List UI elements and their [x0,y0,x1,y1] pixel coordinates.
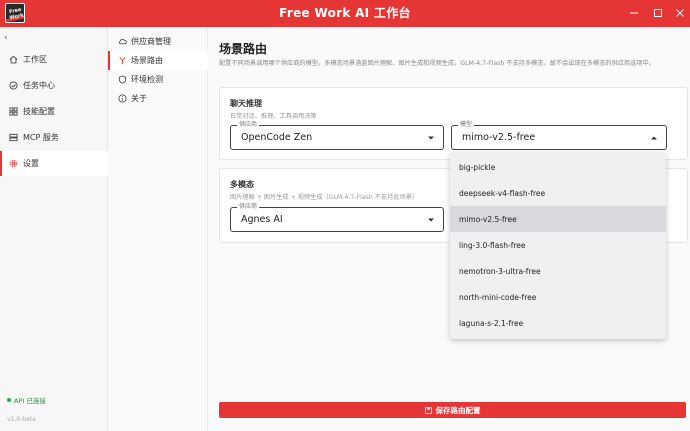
multimodal-provider-select[interactable]: 供应商 Agnes AI [230,203,444,232]
close-button[interactable] [673,6,687,20]
submenu-item-env-check[interactable]: 环境检测 [108,70,208,89]
submenu-item-label: 关于 [131,94,147,103]
card-subtitle: 图片理解 + 图片生成 + 视频生成（GLM-4.7-Flash 不支持此场景） [230,194,419,201]
caret-down-icon [428,136,434,140]
dropdown-option[interactable]: nemotron-3-ultra-free [450,258,666,284]
sidebar-item-label: 工作区 [23,55,47,64]
server-icon [8,133,18,143]
submenu-item-about[interactable]: 关于 [108,89,208,108]
app-title: Free Work AI 工作台 [279,6,411,20]
close-icon [676,9,684,17]
submenu-item-providers[interactable]: 供应商管理 [108,32,208,51]
check-circle-icon [8,81,18,91]
info-icon [118,94,127,103]
dropdown-option[interactable]: ling-3.0-flash-free [450,232,666,258]
card-title: 聊天推理 [230,99,262,108]
sidebar-item-workspace[interactable]: 工作区 [0,47,108,72]
maximize-button[interactable] [651,6,665,20]
shield-icon [118,75,127,84]
gear-icon [8,159,18,169]
sidebar-item-tasks[interactable]: 任务中心 [0,73,108,98]
settings-submenu: 供应商管理 场景路由 环境检测 关于 [108,27,208,431]
cloud-icon [118,37,127,46]
dropdown-option[interactable]: laguna-s-2.1-free [450,310,666,336]
minimize-icon [630,12,638,14]
save-icon [425,406,433,414]
card-subtitle: 日常对话、推理、工具调用决策 [230,113,317,120]
save-routing-button[interactable]: 保存路由配置 [219,402,686,418]
sidebar: ‹ 工作区 任务中心 技能配置 MCP 服务 设置 API 已连接 v1.0-b… [0,27,108,431]
dropdown-option[interactable]: north-mini-code-free [450,284,666,310]
maximize-icon [654,9,662,17]
model-dropdown-menu: big-pickle deepseek-v4-flash-free mimo-v… [450,152,666,339]
field-value: OpenCode Zen [241,132,313,143]
submenu-item-label: 供应商管理 [131,37,171,46]
title-bar: Free Work Free Work AI 工作台 [0,0,690,27]
field-value: Agnes AI [241,214,283,225]
status-dot-icon [7,398,11,402]
sidebar-item-mcp[interactable]: MCP 服务 [0,125,108,150]
minimize-button[interactable] [627,6,641,20]
grid-icon [8,107,18,117]
sidebar-item-settings[interactable]: 设置 [0,151,108,176]
sidebar-item-label: MCP 服务 [23,133,59,142]
api-status: API 已连接 [7,395,46,405]
page-description: 配置不同场景调用哪个供应商的模型。多模态场景涵盖图片理解、图片生成和视频生成，G… [219,60,655,67]
dropdown-option[interactable]: deepseek-v4-flash-free [450,180,666,206]
sidebar-item-label: 技能配置 [23,107,55,116]
caret-down-icon [428,218,434,222]
caret-up-icon [651,136,657,140]
home-icon [8,55,18,65]
field-value: mimo-v2.5-free [462,132,536,143]
submenu-item-label: 场景路由 [131,56,163,65]
sidebar-item-label: 任务中心 [23,81,55,90]
version-label: v1.0-beta [7,416,36,423]
submenu-item-routing[interactable]: 场景路由 [108,51,208,70]
chat-provider-select[interactable]: 供应商 OpenCode Zen [230,121,444,150]
dropdown-option[interactable]: big-pickle [450,154,666,180]
route-icon [118,56,127,65]
card-title: 多模态 [230,180,254,189]
page-title: 场景路由 [219,42,268,56]
sidebar-item-label: 设置 [23,159,39,168]
api-status-text: API 已连接 [14,397,46,405]
submenu-item-label: 环境检测 [131,75,163,84]
chat-reasoning-card: 聊天推理 日常对话、推理、工具调用决策 供应商 OpenCode Zen 模型 … [219,87,688,160]
sidebar-collapse-button[interactable]: ‹ [4,33,14,43]
save-button-label: 保存路由配置 [435,405,481,415]
chat-model-select[interactable]: 模型 mimo-v2.5-free [451,121,667,150]
sidebar-item-skills[interactable]: 技能配置 [0,99,108,124]
dropdown-option-selected[interactable]: mimo-v2.5-free [450,206,666,232]
